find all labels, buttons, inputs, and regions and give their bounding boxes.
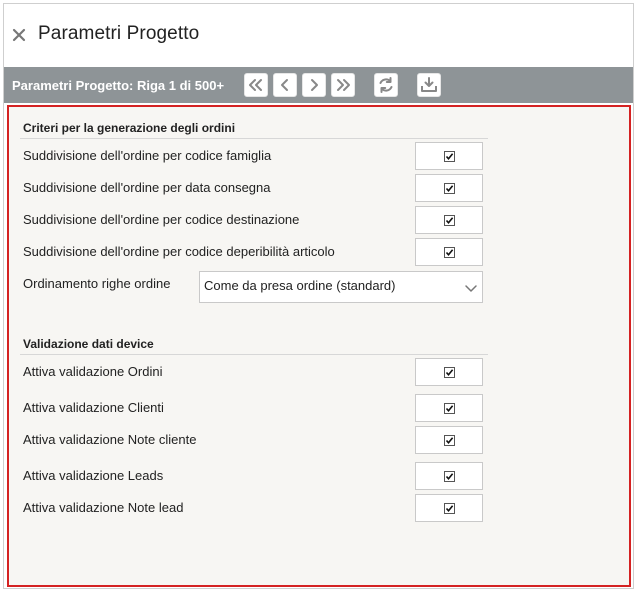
row-label-validate-orders: Attiva validazione Ordini bbox=[23, 364, 163, 379]
first-record-button[interactable] bbox=[244, 73, 268, 97]
chevron-down-icon bbox=[465, 285, 477, 292]
row-label-split-delivery-date: Suddivisione dell'ordine per data conseg… bbox=[23, 180, 271, 195]
row-label-split-family: Suddivisione dell'ordine per codice fami… bbox=[23, 148, 272, 163]
record-toolbar: Parametri Progetto: Riga 1 di 500+ bbox=[4, 67, 633, 103]
refresh-icon bbox=[379, 77, 393, 93]
last-page-icon bbox=[337, 79, 350, 91]
refresh-button[interactable] bbox=[374, 73, 398, 97]
section-heading-validation: Validazione dati device bbox=[23, 337, 154, 351]
checkbox-cell bbox=[415, 462, 483, 490]
previous-record-button[interactable] bbox=[273, 73, 297, 97]
download-button[interactable] bbox=[417, 73, 441, 97]
row-label-order-sorting: Ordinamento righe ordine bbox=[23, 276, 171, 291]
checkbox-cell bbox=[415, 174, 483, 202]
row-label-validate-customers: Attiva validazione Clienti bbox=[23, 400, 164, 415]
next-icon bbox=[311, 79, 318, 91]
order-sorting-select[interactable]: Come da presa ordine (standard) bbox=[199, 271, 483, 303]
record-position-label: Parametri Progetto: Riga 1 di 500+ bbox=[12, 78, 225, 93]
last-record-button[interactable] bbox=[331, 73, 355, 97]
dialog-window: Parametri Progetto Parametri Progetto: R… bbox=[3, 3, 634, 589]
row-label-validate-customer-notes: Attiva validazione Note cliente bbox=[23, 432, 197, 447]
order-sorting-value: Come da presa ordine (standard) bbox=[204, 278, 396, 293]
checkbox-cell bbox=[415, 494, 483, 522]
window-title: Parametri Progetto bbox=[38, 23, 200, 44]
validate-customer-notes-checkbox[interactable] bbox=[444, 435, 455, 446]
row-label-validate-leads: Attiva validazione Leads bbox=[23, 468, 164, 483]
checkbox-cell bbox=[415, 426, 483, 454]
validate-orders-checkbox[interactable] bbox=[444, 367, 455, 378]
row-label-split-perishability: Suddivisione dell'ordine per codice depe… bbox=[23, 244, 335, 259]
section-heading-orders: Criteri per la generazione degli ordini bbox=[23, 121, 236, 135]
parameters-panel: Criteri per la generazione degli ordini … bbox=[7, 105, 631, 587]
title-bar: Parametri Progetto bbox=[4, 4, 633, 64]
validate-leads-checkbox[interactable] bbox=[444, 471, 455, 482]
download-icon bbox=[421, 77, 437, 92]
validate-lead-notes-checkbox[interactable] bbox=[444, 503, 455, 514]
next-record-button[interactable] bbox=[302, 73, 326, 97]
checkbox-cell bbox=[415, 206, 483, 234]
row-label-split-destination: Suddivisione dell'ordine per codice dest… bbox=[23, 212, 300, 227]
validate-customers-checkbox[interactable] bbox=[444, 403, 455, 414]
split-by-family-checkbox[interactable] bbox=[444, 151, 455, 162]
checkbox-cell bbox=[415, 238, 483, 266]
checkbox-cell bbox=[415, 358, 483, 386]
checkbox-cell bbox=[415, 142, 483, 170]
checkbox-cell bbox=[415, 394, 483, 422]
prev-icon bbox=[281, 79, 288, 91]
close-icon[interactable] bbox=[12, 28, 26, 42]
section-divider bbox=[20, 354, 488, 355]
split-by-destination-checkbox[interactable] bbox=[444, 215, 455, 226]
split-by-delivery-date-checkbox[interactable] bbox=[444, 183, 455, 194]
row-label-validate-lead-notes: Attiva validazione Note lead bbox=[23, 500, 184, 515]
section-divider bbox=[20, 138, 488, 139]
split-by-perishability-checkbox[interactable] bbox=[444, 247, 455, 258]
first-page-icon bbox=[249, 79, 262, 91]
